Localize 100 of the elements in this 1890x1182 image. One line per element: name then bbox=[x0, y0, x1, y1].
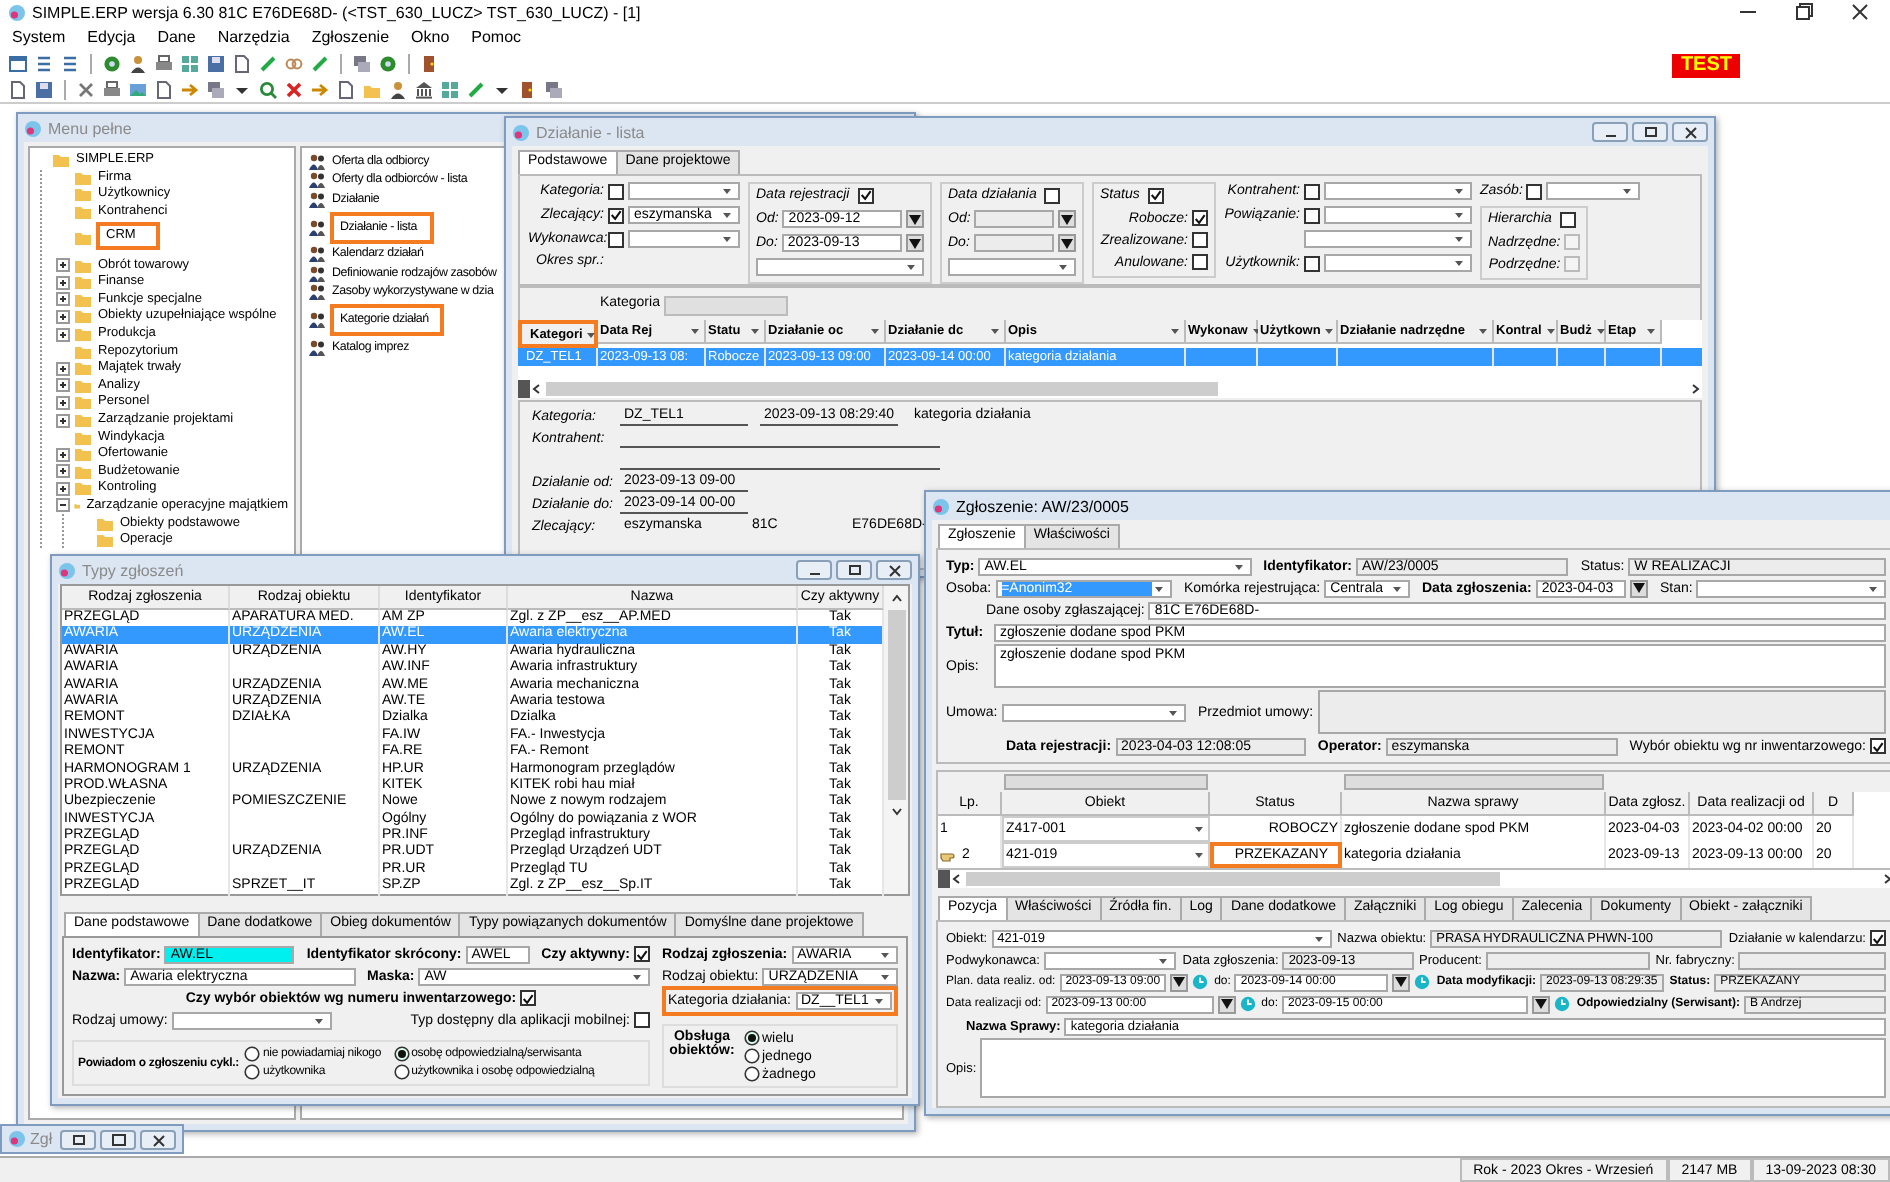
menu-item[interactable]: System bbox=[12, 28, 66, 46]
radio-button[interactable] bbox=[244, 1046, 261, 1062]
checkbox[interactable] bbox=[634, 1012, 650, 1028]
minimize-button[interactable] bbox=[1592, 122, 1628, 142]
radio-button[interactable] bbox=[744, 1066, 760, 1082]
search-icon[interactable] bbox=[258, 79, 278, 99]
date-picker-button[interactable] bbox=[1170, 973, 1189, 991]
document-icon[interactable] bbox=[232, 53, 252, 73]
menu-item[interactable]: Narzędzia bbox=[217, 28, 290, 46]
arrow-icon[interactable] bbox=[310, 79, 330, 99]
expand-icon[interactable] bbox=[56, 292, 70, 307]
menu-item[interactable]: Dane bbox=[157, 28, 196, 46]
filter-field[interactable] bbox=[1344, 774, 1604, 790]
arrow-icon[interactable] bbox=[180, 79, 200, 99]
radio-button[interactable] bbox=[393, 1046, 410, 1062]
text-field[interactable] bbox=[973, 234, 1054, 252]
text-field[interactable] bbox=[1485, 951, 1650, 969]
minimize-button[interactable] bbox=[796, 560, 832, 580]
delete-icon[interactable] bbox=[284, 79, 304, 99]
expand-icon[interactable] bbox=[56, 413, 70, 428]
link-icon[interactable] bbox=[284, 53, 304, 73]
date-picker-button[interactable] bbox=[906, 234, 924, 252]
menu-item[interactable]: Okno bbox=[411, 28, 450, 46]
person-icon[interactable] bbox=[388, 79, 408, 99]
checkbox[interactable] bbox=[1304, 183, 1320, 199]
scrollbar[interactable] bbox=[884, 586, 908, 894]
checkbox[interactable] bbox=[1559, 211, 1576, 227]
text-field[interactable] bbox=[974, 210, 1054, 228]
checkbox[interactable] bbox=[608, 207, 624, 223]
scrollbar[interactable] bbox=[518, 380, 1702, 398]
checkbox[interactable] bbox=[520, 990, 537, 1006]
date-picker-button[interactable] bbox=[1630, 579, 1648, 597]
person-icon[interactable] bbox=[128, 53, 148, 73]
expand-icon[interactable] bbox=[56, 464, 70, 479]
date-picker-button[interactable] bbox=[1532, 995, 1551, 1013]
list-icon[interactable] bbox=[34, 53, 54, 73]
checkbox[interactable] bbox=[1044, 187, 1061, 203]
expand-icon[interactable] bbox=[56, 275, 70, 290]
maximize-button[interactable] bbox=[100, 1129, 136, 1149]
checkbox[interactable] bbox=[1304, 255, 1320, 271]
expand-icon[interactable] bbox=[56, 309, 70, 324]
stack-icon[interactable] bbox=[352, 53, 372, 73]
checkbox[interactable] bbox=[1147, 187, 1164, 203]
scrollbar[interactable] bbox=[938, 870, 1890, 888]
gear-icon[interactable] bbox=[102, 53, 122, 73]
date-picker-button[interactable] bbox=[1217, 995, 1236, 1013]
close-button[interactable] bbox=[140, 1129, 176, 1149]
window-icon[interactable] bbox=[8, 53, 28, 73]
expand-icon[interactable] bbox=[56, 481, 70, 496]
checkbox[interactable] bbox=[857, 187, 874, 203]
menu-item[interactable]: Zgłoszenie bbox=[311, 28, 390, 46]
checkbox[interactable] bbox=[608, 231, 624, 247]
filter-field[interactable] bbox=[1004, 774, 1208, 790]
pen-icon[interactable] bbox=[310, 53, 330, 73]
printer-icon[interactable] bbox=[102, 79, 122, 99]
restore-button[interactable] bbox=[60, 1129, 96, 1149]
checkbox[interactable] bbox=[634, 946, 651, 962]
date-picker-button[interactable] bbox=[1392, 973, 1411, 991]
door-icon[interactable] bbox=[518, 79, 538, 99]
cross-icon[interactable] bbox=[76, 79, 96, 99]
building-icon[interactable] bbox=[414, 79, 434, 99]
menu-item[interactable]: Edycja bbox=[87, 28, 136, 46]
text-field[interactable] bbox=[1738, 951, 1886, 969]
expand-icon[interactable] bbox=[56, 361, 70, 376]
restore-button[interactable] bbox=[1632, 122, 1668, 142]
expand-icon[interactable] bbox=[56, 378, 70, 393]
gear-icon[interactable] bbox=[378, 53, 398, 73]
floppy-icon[interactable] bbox=[34, 79, 54, 99]
grid-icon[interactable] bbox=[180, 53, 200, 73]
stack-icon[interactable] bbox=[206, 79, 226, 99]
expand-icon[interactable] bbox=[56, 447, 70, 462]
close-button[interactable] bbox=[1850, 2, 1870, 22]
close-button[interactable] bbox=[1672, 122, 1708, 142]
group-field[interactable] bbox=[663, 296, 788, 316]
date-picker-button[interactable] bbox=[1058, 210, 1076, 228]
door-icon[interactable] bbox=[420, 53, 440, 73]
date-picker-button[interactable] bbox=[906, 210, 924, 228]
restore-button[interactable] bbox=[836, 560, 872, 580]
date-picker-button[interactable] bbox=[1058, 234, 1076, 252]
close-button[interactable] bbox=[876, 560, 912, 580]
checkbox[interactable] bbox=[1192, 210, 1208, 226]
restore-button[interactable] bbox=[1794, 2, 1814, 22]
collapse-icon[interactable] bbox=[56, 498, 70, 513]
expand-icon[interactable] bbox=[56, 395, 70, 410]
checkbox[interactable] bbox=[1192, 232, 1208, 248]
checkbox[interactable] bbox=[608, 183, 624, 199]
checkbox[interactable] bbox=[1870, 930, 1886, 946]
floppy-icon[interactable] bbox=[206, 53, 226, 73]
expand-icon[interactable] bbox=[56, 327, 70, 342]
menu-item[interactable]: Pomoc bbox=[471, 28, 522, 46]
checkbox[interactable] bbox=[1870, 738, 1886, 754]
printer-icon[interactable] bbox=[154, 53, 174, 73]
stack-icon[interactable] bbox=[544, 79, 564, 99]
radio-button[interactable] bbox=[244, 1064, 261, 1080]
checkbox[interactable] bbox=[1304, 207, 1320, 223]
radio-button[interactable] bbox=[393, 1064, 410, 1080]
checkbox[interactable] bbox=[1192, 254, 1208, 270]
radio-button[interactable] bbox=[744, 1048, 760, 1064]
radio-button[interactable] bbox=[744, 1030, 760, 1046]
list-icon[interactable] bbox=[60, 53, 80, 73]
